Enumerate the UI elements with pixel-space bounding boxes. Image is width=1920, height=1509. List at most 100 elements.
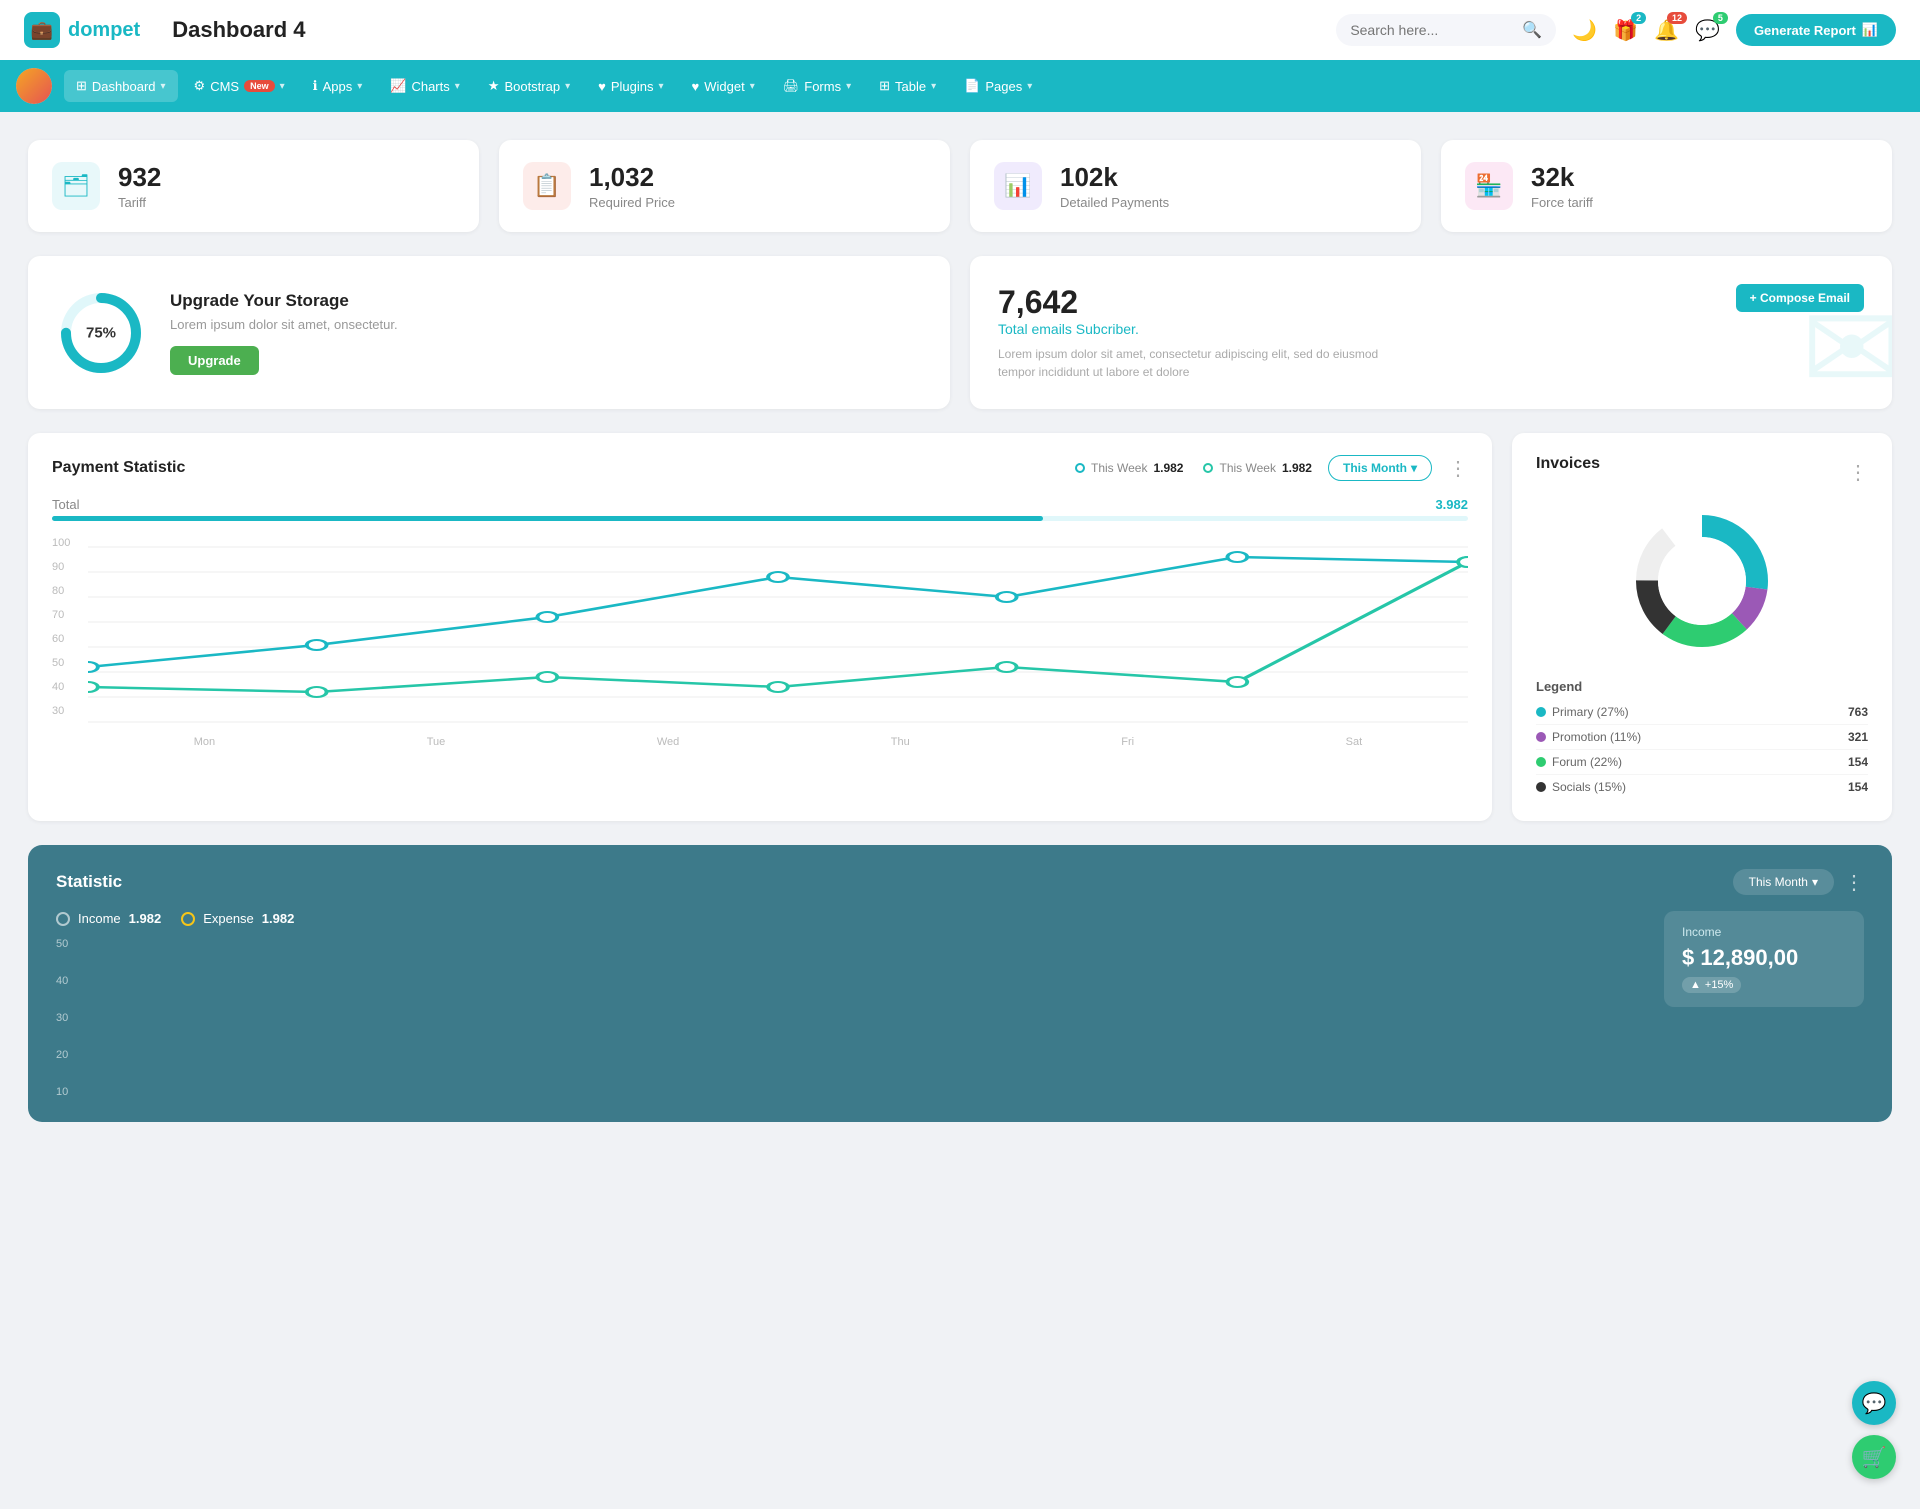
this-month-filter-button[interactable]: This Month ▾ xyxy=(1328,455,1432,481)
force-value: 32k xyxy=(1531,162,1593,193)
logo-icon: 💼 xyxy=(24,12,60,48)
logo-text: dompet xyxy=(68,19,140,42)
income-legend-label: Income xyxy=(78,911,121,926)
header: 💼 dompet Dashboard 4 🔍 🌙 🎁2 🔔12 💬5 Gener… xyxy=(0,0,1920,60)
income-pct: ▲ +15% xyxy=(1682,977,1741,993)
nav-label-widget: Widget xyxy=(704,79,744,94)
legend-week-2: This Week 1.982 xyxy=(1203,461,1312,475)
dashboard-icon: ⊞ xyxy=(76,78,87,94)
chat-icon[interactable]: 💬5 xyxy=(1695,18,1720,43)
gift-icon[interactable]: 🎁2 xyxy=(1613,18,1638,43)
fab-action-button[interactable]: 🛒 xyxy=(1852,1435,1896,1479)
widget-icon: ♥ xyxy=(692,79,700,94)
statistic-title: Statistic xyxy=(56,872,122,892)
nav-item-cms[interactable]: ⚙ CMS New ▾ xyxy=(182,70,297,102)
primary-count: 763 xyxy=(1848,705,1868,719)
tariff-value: 932 xyxy=(118,162,161,193)
nav-avatar xyxy=(16,68,52,104)
legend-row-promotion: Promotion (11%) 321 xyxy=(1536,725,1868,750)
search-icon[interactable]: 🔍 xyxy=(1522,20,1542,40)
bar-chart-area xyxy=(56,938,1644,1098)
report-icon: 📊 xyxy=(1862,22,1878,38)
nav-label-cms: CMS xyxy=(210,79,239,94)
invoices-more-button[interactable]: ⋮ xyxy=(1848,460,1868,485)
fab-support-button[interactable]: 💬 xyxy=(1852,1381,1896,1425)
bell-icon[interactable]: 🔔12 xyxy=(1654,18,1679,43)
bootstrap-arrow-icon: ▾ xyxy=(565,81,570,92)
nav-item-apps[interactable]: ℹ Apps ▾ xyxy=(301,70,375,102)
statistic-month-button[interactable]: This Month ▾ xyxy=(1733,869,1834,895)
apps-icon: ℹ xyxy=(313,78,318,94)
stat-card-force: 🏪 32k Force tariff xyxy=(1441,140,1892,232)
payments-value: 102k xyxy=(1060,162,1169,193)
chart-more-button[interactable]: ⋮ xyxy=(1448,456,1468,481)
moon-icon[interactable]: 🌙 xyxy=(1572,18,1597,43)
tariff-label: Tariff xyxy=(118,195,161,210)
tariff-icon: 🗂 xyxy=(52,162,100,210)
storage-card: 75% Upgrade Your Storage Lorem ipsum dol… xyxy=(28,256,950,409)
app-title: Dashboard 4 xyxy=(172,17,305,43)
nav-item-dashboard[interactable]: ⊞ Dashboard ▾ xyxy=(64,70,178,102)
this-month-label: This Month xyxy=(1343,461,1407,475)
payments-label: Detailed Payments xyxy=(1060,195,1169,210)
invoices-card: Invoices ⋮ Legend xyxy=(1512,433,1892,821)
legend-header: Legend xyxy=(1536,679,1868,694)
middle-row: 75% Upgrade Your Storage Lorem ipsum dol… xyxy=(28,256,1892,409)
charts-icon: 📈 xyxy=(390,78,406,94)
forum-count: 154 xyxy=(1848,755,1868,769)
x-label-thu: Thu xyxy=(891,736,910,748)
legend-val-2: 1.982 xyxy=(1282,461,1312,475)
socials-label: Socials (15%) xyxy=(1552,780,1848,794)
upgrade-button[interactable]: Upgrade xyxy=(170,346,259,375)
payments-icon: 📊 xyxy=(994,162,1042,210)
statistic-more-button[interactable]: ⋮ xyxy=(1844,870,1864,895)
compose-email-button[interactable]: + Compose Email xyxy=(1736,284,1864,312)
legend-row-socials: Socials (15%) 154 xyxy=(1536,775,1868,799)
gift-badge: 2 xyxy=(1631,12,1646,24)
primary-label: Primary (27%) xyxy=(1552,705,1848,719)
chat-badge: 5 xyxy=(1713,12,1728,24)
pages-arrow-icon: ▾ xyxy=(1027,81,1032,92)
stat-controls: This Month ▾ ⋮ xyxy=(1733,869,1864,895)
force-icon: 🏪 xyxy=(1465,162,1513,210)
nav-item-charts[interactable]: 📈 Charts ▾ xyxy=(378,70,472,102)
nav-item-forms[interactable]: 🖨 Forms ▾ xyxy=(771,70,863,102)
x-label-sat: Sat xyxy=(1346,736,1363,748)
nav-label-table: Table xyxy=(895,79,926,94)
forms-icon: 🖨 xyxy=(783,78,800,94)
storage-percent: 75% xyxy=(86,324,116,341)
stat-card-tariff: 🗂 932 Tariff xyxy=(28,140,479,232)
invoices-donut xyxy=(1536,501,1868,661)
price-label: Required Price xyxy=(589,195,675,210)
expense-legend-circle xyxy=(181,912,195,926)
charts-row: Payment Statistic This Week 1.982 This W… xyxy=(28,433,1892,821)
price-icon: 📋 xyxy=(523,162,571,210)
income-panel-title: Income xyxy=(1682,925,1846,939)
nav-item-plugins[interactable]: ♥ Plugins ▾ xyxy=(586,71,675,102)
nav-label-bootstrap: Bootstrap xyxy=(504,79,560,94)
generate-report-button[interactable]: Generate Report 📊 xyxy=(1736,14,1896,46)
nav-item-pages[interactable]: 📄 Pages ▾ xyxy=(952,70,1044,102)
nav-label-pages: Pages xyxy=(985,79,1022,94)
nav-item-bootstrap[interactable]: ★ Bootstrap ▾ xyxy=(476,70,582,102)
nav-item-table[interactable]: ⊞ Table ▾ xyxy=(867,70,948,102)
storage-title: Upgrade Your Storage xyxy=(170,291,398,311)
email-card: 7,642 Total emails Subcriber. Lorem ipsu… xyxy=(970,256,1892,409)
statistic-month-arrow: ▾ xyxy=(1812,875,1818,889)
nav-item-widget[interactable]: ♥ Widget ▾ xyxy=(680,71,767,102)
statistic-month-label: This Month xyxy=(1749,875,1808,889)
line-chart-svg xyxy=(88,537,1468,727)
expense-legend-item: Expense 1.982 xyxy=(181,911,294,926)
cms-arrow-icon: ▾ xyxy=(280,81,285,92)
storage-donut: 75% xyxy=(56,288,146,378)
income-legend-item: Income 1.982 xyxy=(56,911,161,926)
bootstrap-icon: ★ xyxy=(488,78,500,94)
x-label-wed: Wed xyxy=(657,736,679,748)
legend-label-1: This Week xyxy=(1091,461,1147,475)
x-label-fri: Fri xyxy=(1121,736,1134,748)
plugins-icon: ♥ xyxy=(598,79,606,94)
income-legend-val: 1.982 xyxy=(129,911,162,926)
search-bar: 🔍 xyxy=(1336,14,1556,46)
expense-legend-label: Expense xyxy=(203,911,254,926)
search-input[interactable] xyxy=(1350,22,1514,38)
